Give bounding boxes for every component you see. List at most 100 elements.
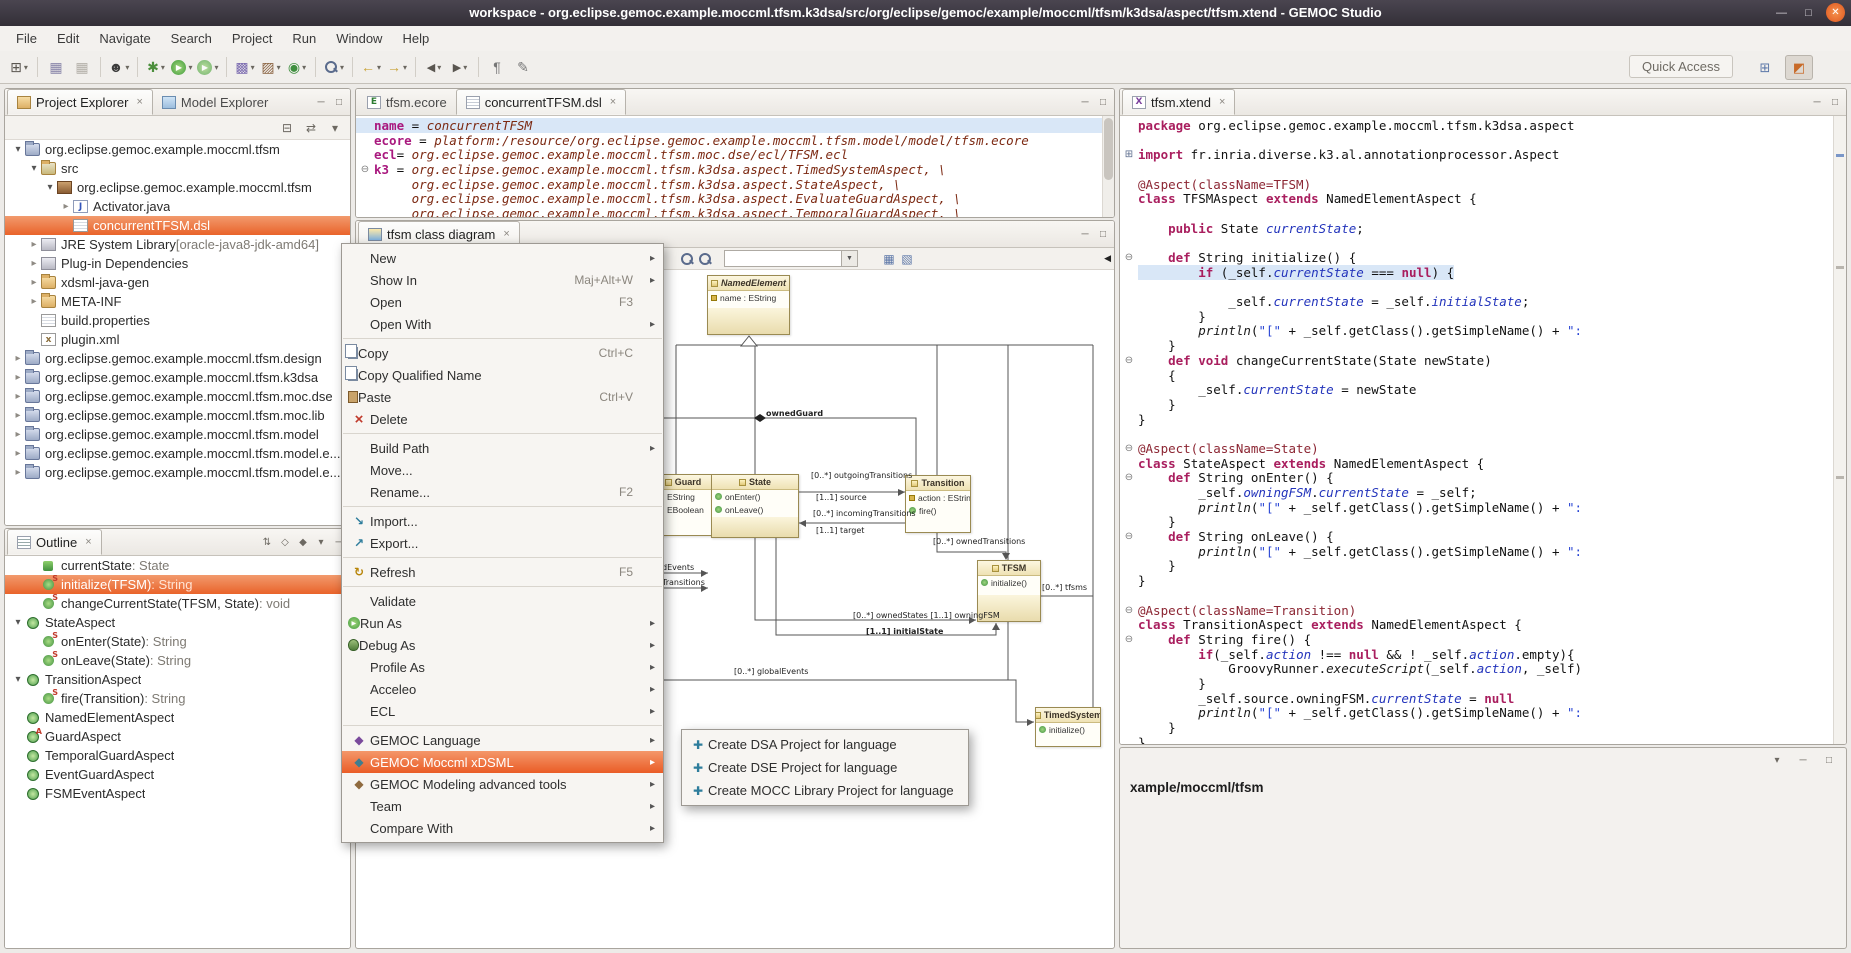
close-tab-icon[interactable]: × (503, 228, 509, 240)
context-menu-item[interactable]: Rename... F2 (342, 481, 663, 503)
submenu-item[interactable]: Create DSE Project for language (682, 756, 968, 779)
view-menu-button[interactable]: ▾ (1768, 752, 1786, 768)
expand-arrow-icon[interactable] (11, 410, 25, 421)
run-history-button[interactable]: ▶▾ (196, 55, 220, 79)
tree-row[interactable]: org.eclipse.gemoc.example.moccml.tfsm.mo… (5, 463, 350, 482)
expand-arrow-icon[interactable] (11, 391, 25, 402)
close-tab-icon[interactable]: × (85, 536, 91, 548)
outline-row[interactable]: S fire(Transition) : String (5, 689, 350, 708)
back-button[interactable]: ◀▾ (422, 55, 446, 79)
hide-static-button[interactable]: ◆ (294, 534, 312, 550)
context-menu-item[interactable]: ECL (342, 700, 663, 722)
tab-project-explorer[interactable]: Project Explorer × (7, 89, 153, 115)
open-perspective-button[interactable]: ⊞ (1751, 55, 1779, 80)
tree-row[interactable]: build.properties (5, 311, 350, 330)
tree-row[interactable]: org.eclipse.gemoc.example.moccml.tfsm.mo… (5, 387, 350, 406)
fold-marker-icon[interactable] (1120, 355, 1138, 366)
hide-fields-button[interactable]: ◇ (276, 534, 294, 550)
annotation-mark[interactable] (1836, 266, 1844, 269)
fold-marker-icon[interactable] (1120, 531, 1138, 542)
tree-row[interactable]: org.eclipse.gemoc.example.moccml.tfsm.de… (5, 349, 350, 368)
new-class-button[interactable]: ◉▾ (285, 55, 309, 79)
run-button[interactable]: ▶▾ (170, 55, 194, 79)
save-button[interactable]: ▦ (44, 55, 68, 79)
user-profile-button[interactable]: ☻▾ (107, 55, 131, 79)
context-menu-item[interactable]: Open F3 (342, 291, 663, 313)
maximize-view-button[interactable]: □ (1820, 752, 1838, 768)
outline-row[interactable]: FSMEventAspect (5, 784, 350, 803)
submenu-item[interactable]: Create MOCC Library Project for language (682, 779, 968, 802)
xtend-code-area[interactable]: package org.eclipse.gemoc.example.moccml… (1120, 116, 1846, 745)
tree-row[interactable]: JRE System Library [oracle-java8-jdk-amd… (5, 235, 350, 254)
tree-row[interactable]: org.eclipse.gemoc.example.moccml.tfsm.mo… (5, 444, 350, 463)
fold-marker-icon[interactable] (1120, 605, 1138, 616)
prev-annotation-button[interactable]: ←▾ (359, 55, 383, 79)
expand-arrow-icon[interactable] (27, 277, 41, 288)
expand-arrow-icon[interactable] (27, 296, 41, 307)
maximize-view-button[interactable]: □ (1826, 94, 1844, 110)
menubar-item[interactable]: Run (282, 26, 326, 51)
tree-row[interactable]: concurrentTFSM.dsl (5, 216, 350, 235)
close-tab-icon[interactable]: × (136, 96, 142, 108)
expand-arrow-icon[interactable] (11, 144, 25, 155)
tree-row[interactable]: Plug-in Dependencies (5, 254, 350, 273)
context-menu-item[interactable]: Paste Ctrl+V (342, 386, 663, 408)
context-menu-item[interactable]: Open With (342, 313, 663, 335)
fold-marker-icon[interactable] (1120, 634, 1138, 645)
save-all-button[interactable]: ▦ (70, 55, 94, 79)
tab-tfsm-ecore[interactable]: tfsm.ecore (358, 89, 456, 115)
outline-row[interactable]: StateAspect (5, 613, 350, 632)
expand-arrow-icon[interactable] (11, 674, 25, 685)
expand-arrow-icon[interactable] (11, 467, 25, 478)
outline-row[interactable]: A GuardAspect (5, 727, 350, 746)
minimize-view-button[interactable]: ─ (1076, 226, 1094, 242)
zoom-combo-arrow-icon[interactable]: ▼ (842, 250, 858, 267)
context-menu-item[interactable]: Copy Ctrl+C (342, 342, 663, 364)
tree-row[interactable]: org.eclipse.gemoc.example.moccml.tfsm (5, 178, 350, 197)
forward-button[interactable]: ▶▾ (448, 55, 472, 79)
collapse-all-button[interactable]: ⊟ (278, 121, 296, 135)
expand-arrow-icon[interactable] (11, 448, 25, 459)
tree-row[interactable]: org.eclipse.gemoc.example.moccml.tfsm.mo… (5, 406, 350, 425)
outline-row[interactable]: S changeCurrentState(TFSM, State) : void (5, 594, 350, 613)
tree-row[interactable]: src (5, 159, 350, 178)
context-menu-item[interactable]: GEMOC Modeling advanced tools (342, 773, 663, 795)
maximize-button[interactable] (1799, 3, 1818, 22)
outline-row[interactable]: NamedElementAspect (5, 708, 350, 727)
zoom-level-combo[interactable] (724, 250, 842, 267)
context-menu-item[interactable]: Compare With (342, 817, 663, 839)
fold-marker-icon[interactable] (1120, 252, 1138, 263)
class-box-namedelement[interactable]: NamedElement name : EString (707, 275, 790, 335)
class-box-timedsystem[interactable]: TimedSystem initialize() (1035, 707, 1101, 747)
fold-marker-icon[interactable] (1120, 443, 1138, 454)
new-package-button[interactable]: ▨▾ (259, 55, 283, 79)
context-menu-item[interactable]: Export... (342, 532, 663, 554)
tab-tfsm-xtend[interactable]: tfsm.xtend × (1122, 89, 1235, 115)
view-menu-button[interactable]: ▾ (326, 121, 344, 135)
context-menu-item[interactable]: New (342, 247, 663, 269)
tab-outline[interactable]: Outline × (7, 529, 102, 555)
new-wizard-button[interactable]: ⊞▾ (7, 55, 31, 79)
annotation-mark[interactable] (1836, 476, 1844, 479)
layers-icon[interactable]: ▦ (880, 252, 898, 266)
menubar-item[interactable]: Project (222, 26, 282, 51)
context-menu-item[interactable]: Debug As (342, 634, 663, 656)
context-menu-item[interactable]: Acceleo (342, 678, 663, 700)
filters-icon[interactable]: ▧ (898, 252, 916, 266)
zoom-in-icon[interactable] (680, 252, 698, 266)
menubar-item[interactable]: Navigate (89, 26, 160, 51)
context-menu-item[interactable]: Build Path (342, 437, 663, 459)
outline-row[interactable]: S onEnter(State) : String (5, 632, 350, 651)
expand-arrow-icon[interactable] (43, 182, 57, 193)
outline-row[interactable]: S onLeave(State) : String (5, 651, 350, 670)
context-menu-item[interactable]: GEMOC Language (342, 729, 663, 751)
context-menu-item[interactable]: GEMOC Moccml xDSML (342, 751, 663, 773)
tab-model-explorer[interactable]: Model Explorer (153, 89, 277, 115)
context-menu-item[interactable]: Run As (342, 612, 663, 634)
maximize-view-button[interactable]: □ (1094, 94, 1112, 110)
submenu-item[interactable]: Create DSA Project for language (682, 733, 968, 756)
mark-occurrences-button[interactable]: ✎ (511, 55, 535, 79)
context-menu-item[interactable]: Copy Qualified Name (342, 364, 663, 386)
tree-row[interactable]: plugin.xml (5, 330, 350, 349)
expand-arrow-icon[interactable] (11, 372, 25, 383)
